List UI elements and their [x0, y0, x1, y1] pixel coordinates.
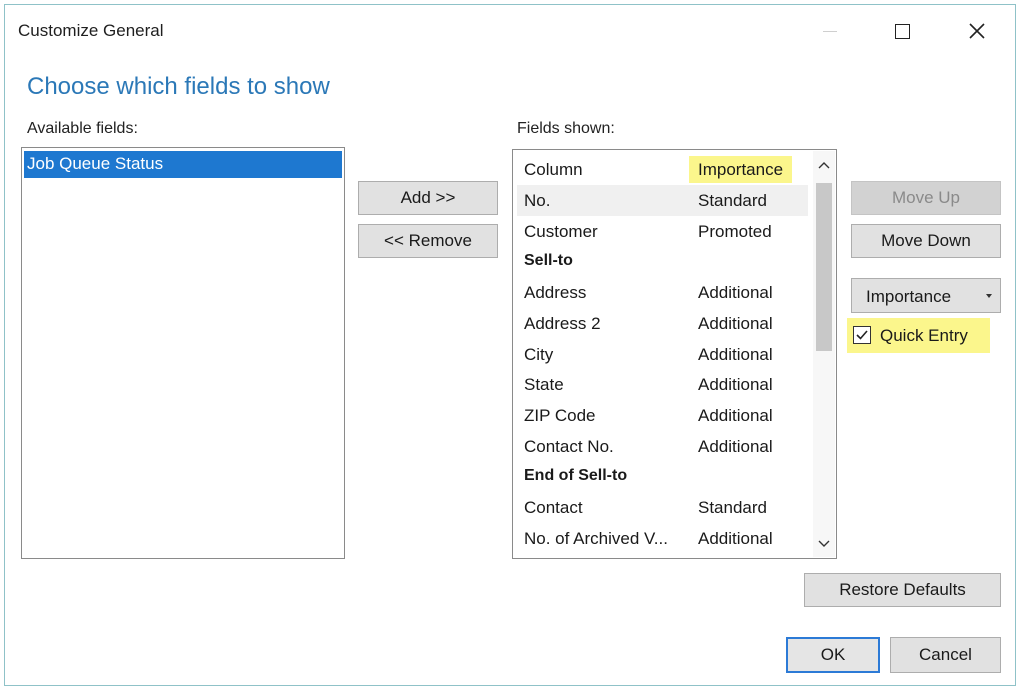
table-row[interactable]: Contact Standard [517, 492, 808, 523]
importance-dropdown-value: Importance [866, 287, 952, 306]
available-field-item[interactable]: Job Queue Status [24, 151, 342, 178]
chevron-up-icon[interactable] [816, 157, 832, 173]
table-row[interactable]: City Additional [517, 339, 808, 370]
table-row[interactable]: No. Standard [517, 185, 808, 216]
table-row[interactable]: ZIP Code Additional [517, 400, 808, 431]
restore-defaults-button[interactable]: Restore Defaults [804, 573, 1001, 607]
page-heading: Choose which fields to show [27, 73, 330, 100]
vertical-scrollbar[interactable] [813, 151, 835, 557]
move-up-button[interactable]: Move Up [851, 181, 1001, 215]
importance-dropdown[interactable]: Importance [851, 278, 1001, 313]
chevron-down-icon[interactable] [816, 536, 832, 552]
table-row[interactable]: Contact No. Additional [517, 431, 808, 462]
table-row[interactable]: Address Additional [517, 277, 808, 308]
cancel-button[interactable]: Cancel [890, 637, 1001, 673]
add-button[interactable]: Add >> [358, 181, 498, 215]
group-row[interactable]: End of Sell-to [517, 461, 808, 492]
group-row[interactable]: Sell-to [517, 246, 808, 277]
maximize-icon[interactable] [880, 15, 924, 47]
scrollbar-thumb[interactable] [816, 183, 832, 351]
quick-entry-option[interactable]: Quick Entry [847, 318, 990, 353]
remove-button[interactable]: << Remove [358, 224, 498, 258]
window-title: Customize General [18, 21, 164, 40]
available-fields-list[interactable]: Job Queue Status [21, 147, 345, 559]
table-row[interactable]: Customer Promoted [517, 216, 808, 247]
quick-entry-checkbox[interactable] [853, 326, 871, 344]
checkmark-icon [856, 330, 868, 340]
available-fields-label: Available fields: [27, 120, 138, 137]
table-row[interactable]: No. of Archived V... Additional [517, 523, 808, 554]
fields-shown-label: Fields shown: [517, 120, 615, 137]
table-row[interactable]: Address 2 Additional [517, 308, 808, 339]
ok-button[interactable]: OK [786, 637, 880, 673]
quick-entry-label: Quick Entry [880, 326, 968, 345]
table-row[interactable]: State Additional [517, 369, 808, 400]
move-down-button[interactable]: Move Down [851, 224, 1001, 258]
column-header: Column [524, 160, 583, 179]
customize-dialog: Customize General Choose which fields to… [4, 4, 1016, 686]
close-icon[interactable] [955, 15, 999, 47]
list-header-row: Column Importance [517, 154, 808, 185]
title-bar[interactable]: Customize General [5, 5, 1015, 57]
fields-shown-list[interactable]: Column Importance No. Standard Customer … [512, 149, 837, 559]
importance-header: Importance [689, 156, 793, 183]
minimize-icon[interactable] [808, 15, 852, 47]
chevron-down-icon [986, 294, 992, 298]
